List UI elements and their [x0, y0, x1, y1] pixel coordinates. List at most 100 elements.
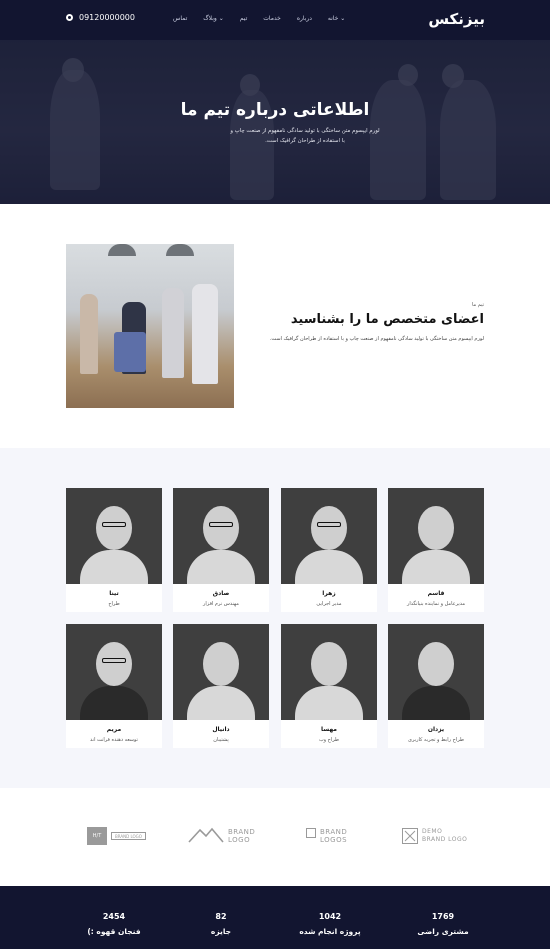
- member-silhouette: [402, 550, 470, 584]
- stat-item: 82 جایزه: [196, 912, 246, 936]
- about-kicker: تیم ما: [471, 302, 484, 308]
- stat-label: مشتری راضی: [417, 927, 469, 936]
- cross-square-icon: [402, 828, 418, 844]
- glasses-icon: [102, 658, 126, 663]
- glasses-icon: [102, 522, 126, 527]
- office-person: [80, 294, 98, 374]
- nav-item-blog[interactable]: وبلاگ: [203, 15, 223, 22]
- member-role: مدیرعامل و نماینده بنیانگذار: [406, 601, 466, 607]
- team-card[interactable]: یزدان طراح رابط و تجربه کاربری: [388, 624, 484, 748]
- hero-subtitle: لورم ایپسوم متن ساختگی با تولید سادگی نا…: [230, 128, 380, 144]
- team-card[interactable]: زهرا مدیر اجرایی: [281, 488, 377, 612]
- gear-icon[interactable]: [66, 14, 73, 21]
- brand-logo-text: BRAND LOGOS: [320, 828, 347, 844]
- member-role: طراح وب: [318, 737, 340, 743]
- member-silhouette: [295, 686, 363, 720]
- brand-logo[interactable]: بیزنکس: [428, 10, 485, 28]
- top-navbar: بیزنکس خانه درباره خدمات تیم وبلاگ تماس …: [0, 0, 550, 40]
- member-face: [203, 506, 239, 550]
- brand-logo-text: DEMO BRAND LOGO: [422, 828, 467, 844]
- member-name: مریم: [106, 726, 122, 733]
- brand-logo-4[interactable]: H/T BRAND LOGO: [87, 826, 146, 846]
- office-chair: [114, 332, 146, 372]
- about-title: اعضای متخصص ما را بشناسید: [290, 312, 484, 327]
- glasses-icon: [209, 522, 233, 527]
- member-name: یزدان: [427, 726, 445, 733]
- stat-value: 1769: [431, 912, 455, 921]
- brand-logo-line2: LOGO: [228, 836, 251, 844]
- brand-logo-line2: BRAND LOGO: [422, 836, 468, 843]
- brand-logo-1[interactable]: DEMO BRAND LOGO: [402, 826, 467, 846]
- brand-logo-text: BRAND LOGO: [228, 828, 255, 844]
- about-text: لورم ایپسوم متن ساختگی با تولید سادگی نا…: [269, 336, 484, 342]
- member-photo: [281, 624, 377, 720]
- stat-value: 1042: [318, 912, 342, 921]
- member-role: پشتیبان: [213, 737, 229, 743]
- office-photo: [66, 244, 234, 408]
- member-silhouette: [402, 686, 470, 720]
- stat-label: پروژه انجام شده: [299, 927, 361, 936]
- office-person: [162, 288, 184, 378]
- team-card[interactable]: مریم توسعه دهنده فرانت اند: [66, 624, 162, 748]
- member-name: زهرا: [322, 590, 336, 597]
- member-role: مدیر اجرایی: [316, 601, 342, 607]
- stat-label: جایزه: [210, 927, 232, 936]
- brand-logo-2[interactable]: BRAND LOGOS: [306, 826, 347, 846]
- stat-value: 82: [215, 912, 227, 921]
- member-name: قاسم: [427, 590, 445, 597]
- member-role: توسعه دهنده فرانت اند: [90, 737, 138, 743]
- office-person: [192, 284, 218, 384]
- client-logos: DEMO BRAND LOGO BRAND LOGOS BRAND LOGO H…: [0, 788, 550, 886]
- team-section: قاسم مدیرعامل و نماینده بنیانگذار زهرا م…: [0, 448, 550, 788]
- main-menu: خانه درباره خدمات تیم وبلاگ تماس: [173, 15, 345, 22]
- member-name: تینا: [109, 590, 119, 597]
- nav-item-contact[interactable]: تماس: [173, 15, 187, 22]
- member-silhouette: [187, 686, 255, 720]
- nav-item-team[interactable]: تیم: [240, 15, 247, 22]
- hero-title: اطلاعاتی درباره تیم ما: [180, 100, 370, 120]
- brand-logo-line2: LOGOS: [320, 836, 348, 844]
- member-silhouette: [80, 550, 148, 584]
- nav-item-about[interactable]: درباره: [297, 15, 312, 22]
- glasses-icon: [317, 522, 341, 527]
- stat-item: 2454 فنجان قهوه :): [80, 912, 148, 936]
- member-name: دانیال: [212, 726, 230, 733]
- member-photo: [388, 488, 484, 584]
- team-card[interactable]: مهسا طراح وب: [281, 624, 377, 748]
- member-face: [203, 642, 239, 686]
- stat-item: 1042 پروژه انجام شده: [290, 912, 370, 936]
- lamp-icon: [166, 244, 194, 256]
- brand-logo-line2: BRAND LOGO: [111, 832, 146, 840]
- member-face: [96, 506, 132, 550]
- nav-item-home[interactable]: خانه: [328, 15, 345, 22]
- member-silhouette: [80, 686, 148, 720]
- nav-item-services[interactable]: خدمات: [263, 15, 281, 22]
- member-photo: [66, 488, 162, 584]
- team-card[interactable]: دانیال پشتیبان: [173, 624, 269, 748]
- member-photo: [66, 624, 162, 720]
- team-card[interactable]: تینا طراح: [66, 488, 162, 612]
- brand-logo-3[interactable]: BRAND LOGO: [188, 826, 255, 846]
- brand-logo-line1: BRAND: [228, 828, 256, 836]
- phone-contact[interactable]: 09120000000: [66, 13, 135, 22]
- member-silhouette: [295, 550, 363, 584]
- ht-box-icon: H/T: [87, 827, 107, 845]
- member-face: [418, 642, 454, 686]
- team-card[interactable]: قاسم مدیرعامل و نماینده بنیانگذار: [388, 488, 484, 612]
- phone-number: 09120000000: [79, 13, 135, 22]
- frame-icon: [306, 828, 316, 838]
- member-face: [418, 506, 454, 550]
- stat-item: 1769 مشتری راضی: [410, 912, 476, 936]
- hero-overlay: [0, 40, 550, 204]
- member-silhouette: [187, 550, 255, 584]
- hero-banner: اطلاعاتی درباره تیم ما لورم ایپسوم متن س…: [0, 40, 550, 204]
- member-role: مهندس نرم افزار: [203, 601, 239, 607]
- team-card[interactable]: صادق مهندس نرم افزار: [173, 488, 269, 612]
- member-face: [311, 642, 347, 686]
- member-role: طراح رابط و تجربه کاربری: [408, 737, 464, 743]
- member-role: طراح: [108, 601, 120, 607]
- member-photo: [173, 488, 269, 584]
- member-face: [311, 506, 347, 550]
- member-photo: [173, 624, 269, 720]
- member-photo: [388, 624, 484, 720]
